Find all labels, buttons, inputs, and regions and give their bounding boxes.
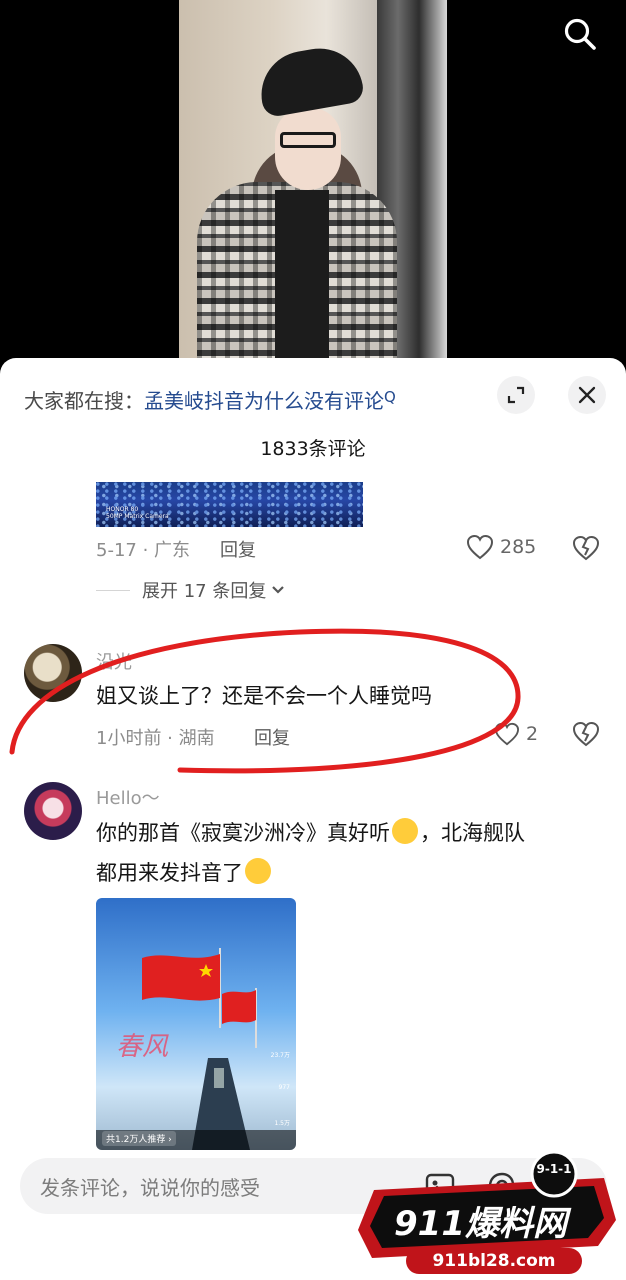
video-subject xyxy=(197,41,397,370)
close-button[interactable] xyxy=(568,376,606,414)
comment-username[interactable]: 沿光 xyxy=(96,648,132,674)
like-button[interactable]: 285 xyxy=(466,534,536,560)
search-query-icon: Q xyxy=(384,388,396,406)
like-count: 2 xyxy=(526,723,539,745)
like-count: 285 xyxy=(500,536,537,558)
watermark-brand: 911爆料网 xyxy=(394,1204,567,1244)
broken-heart-icon[interactable] xyxy=(572,720,600,748)
search-suggestion-query[interactable]: 孟美岐抖音为什么没有评论 xyxy=(144,389,384,413)
heart-icon xyxy=(494,722,520,746)
avatar[interactable] xyxy=(24,782,82,840)
comment-username[interactable]: Hello～ xyxy=(96,784,160,810)
reply-button[interactable]: 回复 xyxy=(220,536,256,562)
search-icon[interactable] xyxy=(562,16,598,52)
search-suggestion[interactable]: 大家都在搜：孟美岐抖音为什么没有评论Q xyxy=(24,382,396,413)
comment-image-flags[interactable]: 春风 23.7万 977 1.5万 共1.2万人推荐 › xyxy=(96,898,296,1150)
thinking-emoji xyxy=(392,818,418,844)
expand-replies[interactable]: 展开 17 条回复 xyxy=(96,577,286,603)
expand-button[interactable] xyxy=(497,376,535,414)
watermark-badge: 9-1-1 xyxy=(536,1162,572,1176)
reply-button[interactable]: 回复 xyxy=(254,724,290,750)
comment-input-placeholder: 发条评论，说说你的感受 xyxy=(40,1176,260,1200)
image-side-count: 977 xyxy=(278,1084,290,1091)
chevron-down-icon xyxy=(272,586,285,594)
watermark-url: 911bl28.com xyxy=(432,1251,556,1271)
broken-heart-icon[interactable] xyxy=(572,534,600,562)
close-icon xyxy=(578,386,596,404)
expand-icon xyxy=(507,386,525,404)
flag-illustration xyxy=(142,948,257,1150)
image-recommend-tag: 共1.2万人推荐 › xyxy=(102,1131,176,1146)
image-side-count: 23.7万 xyxy=(270,1052,290,1059)
image-caption-line2: 50MP Matrix Camera xyxy=(106,513,169,520)
video-frame xyxy=(179,0,447,370)
comment-count: 1833条评论 xyxy=(260,438,366,460)
image-caption-line1: HONOR 80 xyxy=(106,506,139,513)
thinking-emoji xyxy=(245,858,271,884)
comment-text-part: 你的那首《寂寞沙洲冷》真好听 xyxy=(96,821,390,845)
comment-meta: 1小时前 · 湖南 xyxy=(96,728,215,749)
comment-text-line2: 都用来发抖音了 xyxy=(96,853,271,893)
search-suggestion-prefix: 大家都在搜： xyxy=(24,389,144,413)
like-button[interactable]: 2 xyxy=(494,722,538,746)
comment-sheet: 大家都在搜：孟美岐抖音为什么没有评论Q 1833条评论 HONOR 80 50M… xyxy=(0,358,626,1280)
comment-image-concert[interactable]: HONOR 80 50MP Matrix Camera xyxy=(96,482,363,527)
comment-meta: 5-17 · 广东 xyxy=(96,540,191,561)
avatar[interactable] xyxy=(24,644,82,702)
expand-replies-label: 展开 17 条回复 xyxy=(142,581,267,602)
comment-text: 姐又谈上了？还是不会一个人睡觉吗 xyxy=(96,684,432,708)
image-side-count: 1.5万 xyxy=(274,1120,290,1127)
image-watermark-text: 春风 xyxy=(116,1032,169,1062)
comment-text: 你的那首《寂寞沙洲冷》真好听 ，北海舰队 xyxy=(96,813,525,853)
comment-text-part: ，北海舰队 xyxy=(420,821,525,845)
heart-icon xyxy=(466,534,494,560)
video-player[interactable] xyxy=(0,0,626,370)
site-watermark-logo: 9-1-1 911爆料网 911bl28.com xyxy=(354,1150,622,1278)
comment-text-part: 都用来发抖音了 xyxy=(96,861,243,885)
